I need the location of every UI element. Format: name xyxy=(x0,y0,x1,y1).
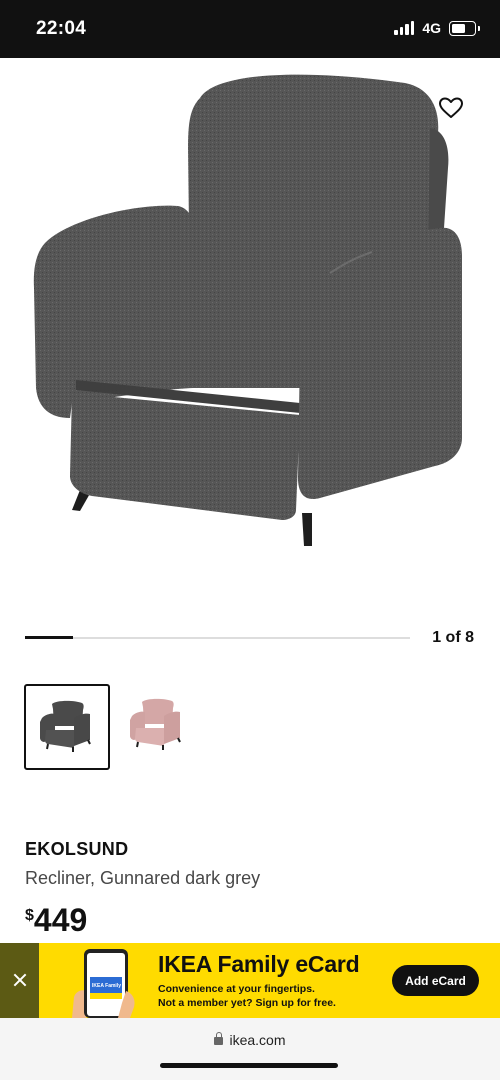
add-ecard-button[interactable]: Add eCard xyxy=(392,965,479,996)
cellular-signal-icon xyxy=(394,21,415,35)
banner-title: IKEA Family eCard xyxy=(158,951,360,977)
phone-hand-icon: IKEA Family xyxy=(72,949,135,1018)
favorite-heart-icon[interactable] xyxy=(438,96,464,120)
product-name: EKOLSUND xyxy=(25,839,129,859)
battery-icon xyxy=(449,20,480,36)
gallery-progress-fill xyxy=(25,636,74,639)
status-icons: 4G xyxy=(394,20,480,36)
status-bar: 22:04 4G xyxy=(0,0,500,58)
pink-recliner-thumbnail xyxy=(130,698,181,750)
dark-grey-recliner-thumbnail xyxy=(40,700,91,752)
lock-icon xyxy=(214,1032,224,1045)
gallery-counter: 1 of 8 xyxy=(432,629,474,646)
product-price: $449 xyxy=(25,902,87,939)
status-time: 22:04 xyxy=(36,18,87,39)
home-indicator[interactable] xyxy=(160,1063,338,1068)
banner-tagline: Convenience at your fingertips. xyxy=(158,983,315,995)
url-display[interactable]: ikea.com xyxy=(0,1032,500,1048)
recliner-chair-image xyxy=(33,74,462,546)
product-description: Recliner, Gunnared dark grey xyxy=(25,868,261,888)
swatch-pink[interactable] xyxy=(116,684,198,766)
banner-signup-text: Not a member yet? Sign up for free. xyxy=(158,997,336,1009)
swatch-dark-grey[interactable] xyxy=(24,684,110,770)
browser-url-bar[interactable]: ikea.com xyxy=(0,1018,500,1080)
product-image[interactable] xyxy=(0,58,500,620)
network-type: 4G xyxy=(422,20,441,36)
price-currency: $ xyxy=(25,907,34,924)
price-amount: 449 xyxy=(33,902,88,938)
banner-close-icon[interactable] xyxy=(0,943,39,1018)
phone-card-label: IKEA Family xyxy=(92,983,121,989)
gallery-progress-bar xyxy=(25,636,410,639)
url-text: ikea.com xyxy=(229,1032,286,1048)
